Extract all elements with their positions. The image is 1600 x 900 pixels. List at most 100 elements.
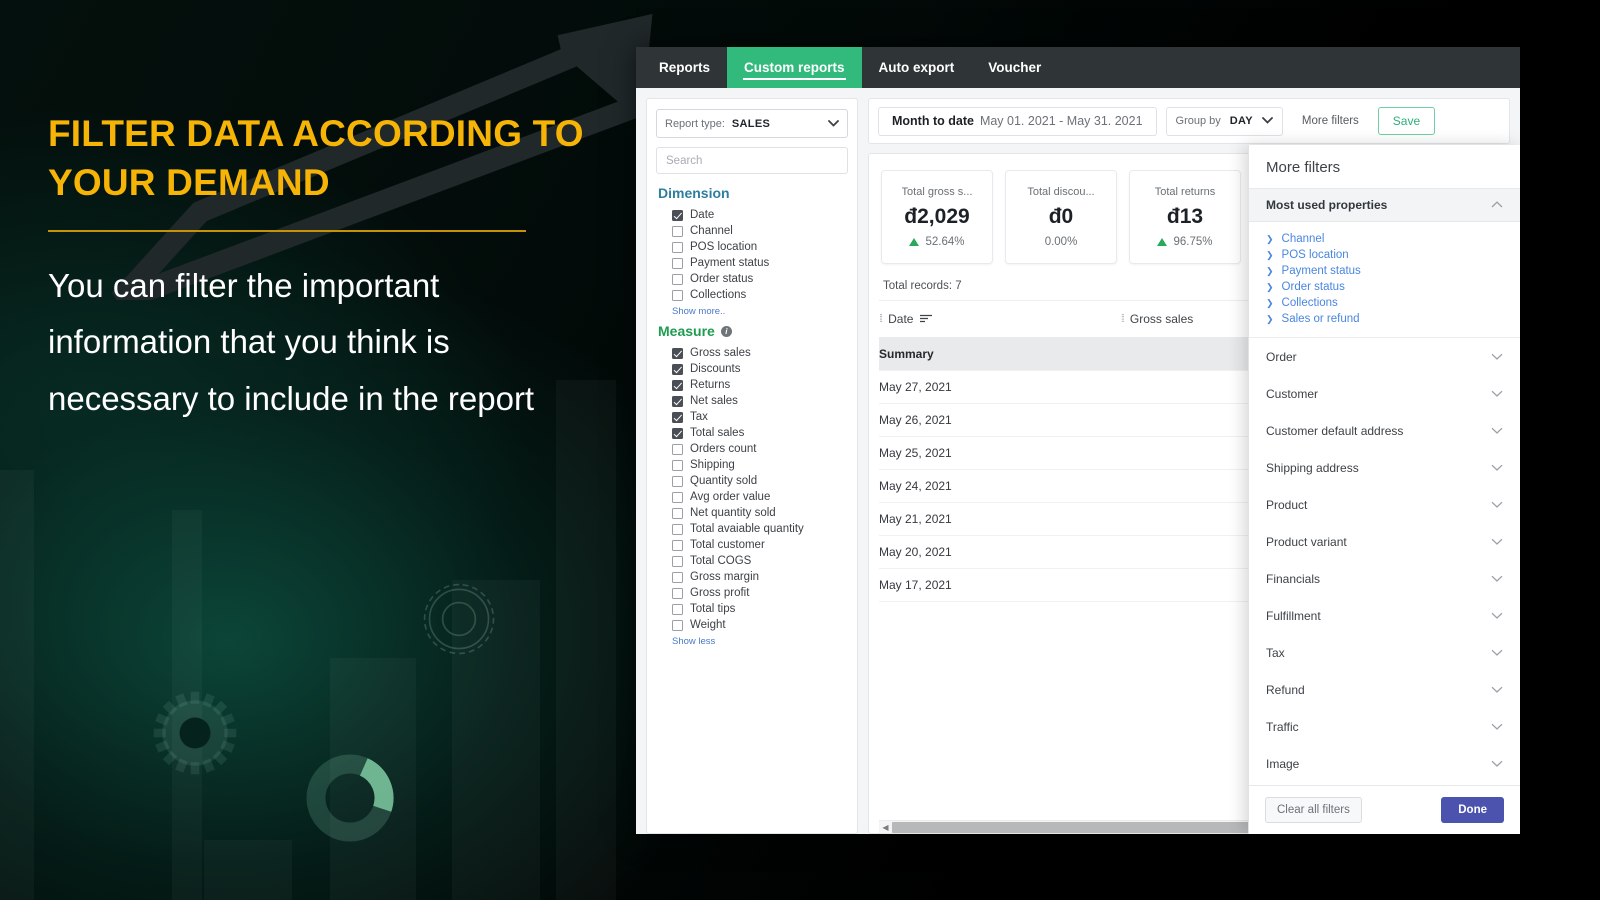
info-icon[interactable]: i <box>720 325 732 337</box>
filter-section-product-variant[interactable]: Product variant <box>1249 523 1520 560</box>
sort-icon[interactable] <box>920 312 933 326</box>
scroll-left-arrow-icon[interactable]: ◀ <box>879 823 892 832</box>
checkbox-icon[interactable] <box>672 209 683 221</box>
filter-section-customer[interactable]: Customer <box>1249 375 1520 412</box>
filter-section-product[interactable]: Product <box>1249 486 1520 523</box>
date-range-picker[interactable]: Month to date May 01. 2021 - May 31. 202… <box>878 106 1157 136</box>
filter-section-traffic[interactable]: Traffic <box>1249 708 1520 745</box>
checkbox-icon[interactable] <box>672 225 683 237</box>
filter-section-financials[interactable]: Financials <box>1249 560 1520 597</box>
measure-item-net-sales[interactable]: Net sales <box>656 393 848 409</box>
checkbox-icon[interactable] <box>672 507 683 519</box>
measure-item-discounts[interactable]: Discounts <box>656 361 848 377</box>
checkbox-icon[interactable] <box>672 347 683 359</box>
search-field-wrapper[interactable] <box>656 147 848 174</box>
measure-item-avg-order-value[interactable]: Avg order value <box>656 489 848 505</box>
measure-item-gross-profit[interactable]: Gross profit <box>656 585 848 601</box>
checkbox-icon[interactable] <box>672 523 683 535</box>
dimension-item-date[interactable]: Date <box>656 207 848 223</box>
checkbox-icon[interactable] <box>672 395 683 407</box>
filter-section-customer-default-address[interactable]: Customer default address <box>1249 412 1520 449</box>
checkbox-icon[interactable] <box>672 443 683 455</box>
dimension-item-pos-location[interactable]: POS location <box>656 239 848 255</box>
checkbox-icon[interactable] <box>672 587 683 599</box>
tab-voucher[interactable]: Voucher <box>971 47 1058 88</box>
filter-section-tax[interactable]: Tax <box>1249 634 1520 671</box>
filter-toolbar: Month to date May 01. 2021 - May 31. 202… <box>868 98 1510 144</box>
measure-item-shipping[interactable]: Shipping <box>656 457 848 473</box>
filter-section-shipping-address[interactable]: Shipping address <box>1249 449 1520 486</box>
group-by-select[interactable]: Group by DAY <box>1165 106 1283 136</box>
measure-item-returns[interactable]: Returns <box>656 377 848 393</box>
filter-section-fulfillment[interactable]: Fulfillment <box>1249 597 1520 634</box>
more-filters-button[interactable]: More filters <box>1292 115 1369 127</box>
checkbox-icon[interactable] <box>672 411 683 423</box>
most-used-item-order-status[interactable]: ❯ Order status <box>1266 279 1503 295</box>
bar-decoration-6 <box>556 380 616 900</box>
most-used-item-payment-status[interactable]: ❯ Payment status <box>1266 263 1503 279</box>
save-button[interactable]: Save <box>1377 107 1436 135</box>
most-used-item-collections[interactable]: ❯ Collections <box>1266 295 1503 311</box>
dimension-item-payment-status[interactable]: Payment status <box>656 255 848 271</box>
chevron-right-icon: ❯ <box>1266 281 1274 292</box>
clear-all-filters-button[interactable]: Clear all filters <box>1265 797 1362 823</box>
filter-section-label: Refund <box>1266 682 1305 697</box>
chevron-down-icon <box>1491 721 1503 733</box>
filter-section-refund[interactable]: Refund <box>1249 671 1520 708</box>
checkbox-icon[interactable] <box>672 619 683 631</box>
checkbox-icon[interactable] <box>672 459 683 471</box>
checkbox-icon[interactable] <box>672 363 683 375</box>
measure-item-orders-count[interactable]: Orders count <box>656 441 848 457</box>
measure-item-label: Discounts <box>690 363 741 375</box>
measure-item-total-available-quantity[interactable]: Total avaiable quantity <box>656 521 848 537</box>
measure-item-gross-sales[interactable]: Gross sales <box>656 345 848 361</box>
date-range-label: Month to date <box>892 114 974 128</box>
measure-item-label: Total customer <box>690 539 765 551</box>
drag-handle-icon[interactable]: ⁞⁞ <box>879 313 883 325</box>
checkbox-icon[interactable] <box>672 257 683 269</box>
checkbox-icon[interactable] <box>672 475 683 487</box>
checkbox-icon[interactable] <box>672 491 683 503</box>
measure-item-total-cogs[interactable]: Total COGS <box>656 553 848 569</box>
report-type-value: SALES <box>731 117 771 130</box>
dimension-show-more-link[interactable]: Show more.. <box>656 303 848 323</box>
tab-custom-reports[interactable]: Custom reports <box>727 47 862 88</box>
measure-item-quantity-sold[interactable]: Quantity sold <box>656 473 848 489</box>
measure-item-label: Quantity sold <box>690 475 758 487</box>
measure-show-less-link[interactable]: Show less <box>656 633 848 653</box>
checkbox-icon[interactable] <box>672 603 683 615</box>
most-used-item-channel[interactable]: ❯ Channel <box>1266 231 1503 247</box>
checkbox-icon[interactable] <box>672 241 683 253</box>
most-used-item-pos-location[interactable]: ❯ POS location <box>1266 247 1503 263</box>
checkbox-icon[interactable] <box>672 555 683 567</box>
checkbox-icon[interactable] <box>672 273 683 285</box>
column-header-date[interactable]: ⁞⁞ Date <box>879 301 1121 338</box>
filter-section-image[interactable]: Image <box>1249 745 1520 782</box>
dimension-item-channel[interactable]: Channel <box>656 223 848 239</box>
dimension-item-order-status[interactable]: Order status <box>656 271 848 287</box>
report-type-select[interactable]: Report type: SALES <box>656 109 848 138</box>
drag-handle-icon[interactable]: ⁞⁞ <box>1121 313 1125 325</box>
tab-auto-export[interactable]: Auto export <box>862 47 972 88</box>
search-input[interactable] <box>666 154 838 167</box>
measure-item-total-sales[interactable]: Total sales <box>656 425 848 441</box>
tab-reports[interactable]: Reports <box>642 47 727 88</box>
measure-item-label: Total COGS <box>690 555 752 567</box>
done-button[interactable]: Done <box>1441 797 1504 823</box>
measure-item-weight[interactable]: Weight <box>656 617 848 633</box>
checkbox-icon[interactable] <box>672 379 683 391</box>
measure-item-net-quantity-sold[interactable]: Net quantity sold <box>656 505 848 521</box>
most-used-item-sales-or-refund[interactable]: ❯ Sales or refund <box>1266 311 1503 327</box>
checkbox-icon[interactable] <box>672 571 683 583</box>
checkbox-icon[interactable] <box>672 539 683 551</box>
donut-chart-decoration <box>306 754 394 842</box>
measure-item-total-customer[interactable]: Total customer <box>656 537 848 553</box>
checkbox-icon[interactable] <box>672 289 683 301</box>
measure-item-gross-margin[interactable]: Gross margin <box>656 569 848 585</box>
measure-item-tax[interactable]: Tax <box>656 409 848 425</box>
checkbox-icon[interactable] <box>672 427 683 439</box>
dimension-item-collections[interactable]: Collections <box>656 287 848 303</box>
filter-section-order[interactable]: Order <box>1249 338 1520 375</box>
most-used-properties-header[interactable]: Most used properties <box>1249 188 1520 222</box>
measure-item-total-tips[interactable]: Total tips <box>656 601 848 617</box>
